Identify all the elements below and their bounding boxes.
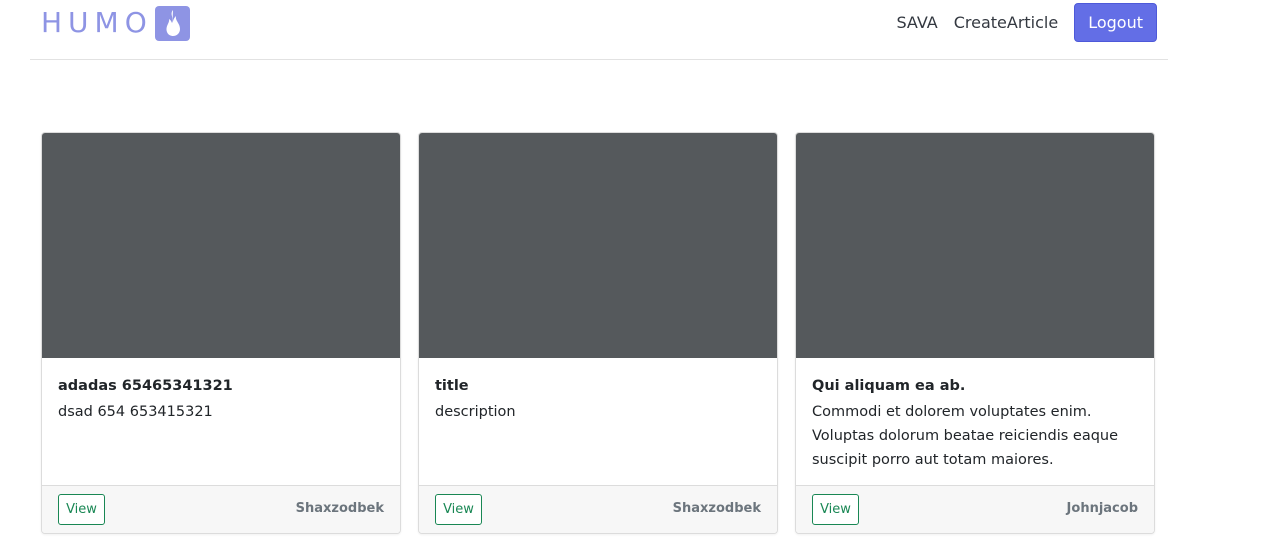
card-body: Qui aliquam ea ab. Commodi et dolorem vo… bbox=[812, 376, 1138, 472]
article-card: title description View Shaxzodbek bbox=[418, 132, 778, 534]
logout-button[interactable]: Logout bbox=[1074, 3, 1157, 42]
card-footer: View Shaxzodbek bbox=[42, 485, 400, 533]
card-title: title bbox=[435, 378, 469, 394]
card-image-placeholder bbox=[42, 133, 400, 358]
article-card-list: adadas 65465341321 dsad 654 653415321 Vi… bbox=[41, 132, 1157, 536]
article-card: Qui aliquam ea ab. Commodi et dolorem vo… bbox=[795, 132, 1155, 534]
card-body: adadas 65465341321 dsad 654 653415321 bbox=[58, 376, 384, 424]
card-footer: View Shaxzodbek bbox=[419, 485, 777, 533]
card-image-placeholder bbox=[419, 133, 777, 358]
view-button[interactable]: View bbox=[435, 494, 482, 525]
flame-icon bbox=[154, 5, 190, 41]
card-description: dsad 654 653415321 bbox=[58, 404, 213, 420]
view-button[interactable]: View bbox=[812, 494, 859, 525]
card-body: title description bbox=[435, 376, 761, 424]
brand-text: HUMO bbox=[41, 6, 153, 39]
top-navbar: HUMO SAVA CreateArticle Logout bbox=[30, 0, 1168, 60]
card-title: adadas 65465341321 bbox=[58, 378, 233, 394]
nav-links: SAVA CreateArticle Logout bbox=[896, 3, 1157, 42]
card-description: description bbox=[435, 404, 516, 420]
article-card: adadas 65465341321 dsad 654 653415321 Vi… bbox=[41, 132, 401, 534]
card-description: Commodi et dolorem voluptates enim. Volu… bbox=[812, 404, 1119, 468]
card-title: Qui aliquam ea ab. bbox=[812, 378, 966, 394]
view-button[interactable]: View bbox=[58, 494, 105, 525]
card-footer: View Johnjacob bbox=[796, 485, 1154, 533]
nav-link-sava[interactable]: SAVA bbox=[896, 13, 937, 32]
nav-link-create-article[interactable]: CreateArticle bbox=[954, 13, 1059, 32]
card-image-placeholder bbox=[796, 133, 1154, 358]
brand-link[interactable]: HUMO bbox=[41, 4, 190, 42]
card-author: Johnjacob bbox=[1066, 501, 1138, 516]
card-author: Shaxzodbek bbox=[295, 501, 384, 516]
card-author: Shaxzodbek bbox=[672, 501, 761, 516]
